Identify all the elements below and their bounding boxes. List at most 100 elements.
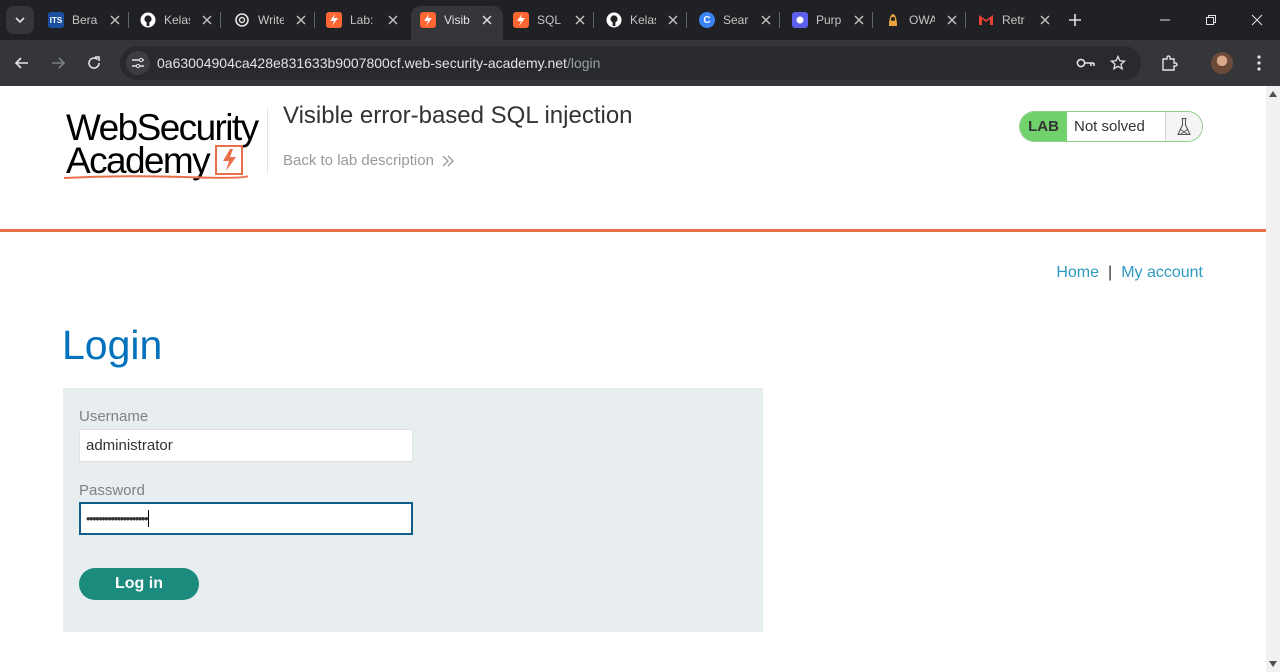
scroll-up-arrow[interactable] bbox=[1269, 91, 1277, 97]
home-link[interactable]: Home bbox=[1056, 264, 1099, 282]
key-icon bbox=[1076, 58, 1095, 68]
bookmark-button[interactable] bbox=[1106, 51, 1130, 75]
tab-berand[interactable]: ITS Berand bbox=[48, 0, 122, 40]
url-path: /login bbox=[566, 55, 601, 71]
tab-write[interactable]: Write bbox=[234, 0, 308, 40]
tab-separator bbox=[686, 12, 687, 28]
reload-button[interactable] bbox=[82, 51, 106, 75]
lab-label: LAB bbox=[1020, 112, 1067, 141]
tab-separator bbox=[965, 12, 966, 28]
close-window-button[interactable] bbox=[1234, 0, 1280, 40]
portswigger-icon bbox=[513, 12, 529, 28]
address-bar[interactable]: 0a63004904ca428e831633b9007800cf.web-sec… bbox=[120, 46, 1141, 80]
close-icon bbox=[1251, 14, 1263, 26]
restore-icon bbox=[1206, 15, 1216, 25]
tune-icon bbox=[132, 57, 144, 69]
header-divider bbox=[267, 108, 268, 174]
profile-avatar[interactable] bbox=[1211, 52, 1233, 74]
back-to-lab-description-link[interactable]: Back to lab description bbox=[283, 152, 454, 169]
github-icon bbox=[606, 12, 622, 28]
star-icon bbox=[1110, 55, 1126, 71]
new-tab-button[interactable] bbox=[1066, 11, 1084, 29]
site-info-button[interactable] bbox=[126, 51, 150, 75]
minimize-icon bbox=[1160, 19, 1170, 21]
browser-toolbar: 0a63004904ca428e831633b9007800cf.web-sec… bbox=[0, 40, 1280, 86]
header-rule bbox=[0, 229, 1266, 232]
log-in-button[interactable]: Log in bbox=[79, 568, 199, 600]
tab-title: Retr bbox=[1002, 13, 1025, 27]
close-icon[interactable] bbox=[480, 13, 494, 27]
back-button[interactable] bbox=[10, 51, 34, 75]
tab-title: Search bbox=[723, 13, 749, 27]
portswigger-icon bbox=[326, 12, 342, 28]
my-account-link[interactable]: My account bbox=[1121, 264, 1203, 282]
extensions-button[interactable] bbox=[1157, 51, 1181, 75]
chevron-down-icon bbox=[15, 17, 25, 24]
arrow-right-icon bbox=[52, 57, 66, 69]
url-host: 0a63004904ca428e831633b9007800cf.web-sec… bbox=[157, 55, 567, 71]
close-icon[interactable] bbox=[108, 13, 122, 27]
tab-search[interactable]: C Search bbox=[699, 0, 773, 40]
username-label: Username bbox=[79, 408, 149, 425]
tab-title: Kelas bbox=[164, 13, 190, 27]
tab-github-kelas[interactable]: Kelas bbox=[140, 0, 214, 40]
scroll-down-arrow[interactable] bbox=[1269, 661, 1277, 667]
page-content: WebSecurity Academy Visible error-based … bbox=[0, 86, 1266, 672]
close-icon[interactable] bbox=[852, 13, 866, 27]
tab-separator bbox=[314, 12, 315, 28]
tab-title: Berand bbox=[72, 13, 98, 27]
gmail-icon bbox=[978, 12, 994, 28]
tab-owasp[interactable]: OWASP bbox=[885, 0, 959, 40]
tab-search-button[interactable] bbox=[6, 6, 34, 34]
tab-separator bbox=[593, 12, 594, 28]
reload-icon bbox=[88, 56, 100, 69]
tab-purple[interactable]: Purple bbox=[792, 0, 866, 40]
tab-sql[interactable]: SQL bbox=[513, 0, 587, 40]
portswigger-icon bbox=[420, 12, 436, 28]
tab-lab[interactable]: Lab: bbox=[326, 0, 400, 40]
password-key-button[interactable] bbox=[1074, 51, 1098, 75]
password-value: •••••••••••••••••••• bbox=[86, 511, 149, 526]
tab-title: Lab: bbox=[350, 13, 374, 27]
nav-separator: | bbox=[1108, 264, 1113, 281]
tab-title: Kelas bbox=[630, 13, 656, 27]
lab-status-text: Not solved bbox=[1067, 112, 1166, 141]
close-icon[interactable] bbox=[294, 13, 308, 27]
flask-icon bbox=[1166, 112, 1202, 141]
text-caret bbox=[148, 510, 150, 527]
logo-underline bbox=[64, 175, 248, 179]
browser-menu-button[interactable] bbox=[1247, 51, 1271, 75]
url-text[interactable]: 0a63004904ca428e831633b9007800cf.web-sec… bbox=[157, 55, 600, 71]
restore-button[interactable] bbox=[1188, 0, 1234, 40]
close-icon[interactable] bbox=[200, 13, 214, 27]
tab-title: Purple bbox=[816, 13, 842, 27]
close-icon[interactable] bbox=[666, 13, 680, 27]
back-link-label: Back to lab description bbox=[283, 152, 434, 169]
github-icon bbox=[140, 12, 156, 28]
more-vertical-icon bbox=[1257, 55, 1261, 71]
its-icon: ITS bbox=[48, 12, 64, 28]
close-icon[interactable] bbox=[759, 13, 773, 27]
lightning-logo-icon bbox=[215, 145, 243, 175]
close-icon[interactable] bbox=[573, 13, 587, 27]
tab-visible-active[interactable]: Visible bbox=[411, 0, 503, 40]
minimize-button[interactable] bbox=[1142, 0, 1188, 40]
password-field[interactable]: •••••••••••••••••••• bbox=[79, 502, 413, 535]
web-security-academy-logo[interactable]: WebSecurity Academy bbox=[64, 108, 264, 180]
close-icon[interactable] bbox=[1038, 13, 1052, 27]
tab-title: OWASP bbox=[909, 13, 935, 27]
vertical-scrollbar[interactable] bbox=[1266, 86, 1280, 672]
close-icon[interactable] bbox=[945, 13, 959, 27]
tab-github-kelas-2[interactable]: Kelas bbox=[606, 0, 680, 40]
tab-separator bbox=[128, 12, 129, 28]
close-icon[interactable] bbox=[386, 13, 400, 27]
owasp-icon bbox=[885, 12, 901, 28]
lab-status-badge: LAB Not solved bbox=[1019, 111, 1203, 142]
tab-separator bbox=[779, 12, 780, 28]
username-field[interactable]: administrator bbox=[79, 429, 413, 462]
tab-gmail[interactable]: Retr bbox=[978, 0, 1052, 40]
top-navigation: Home | My account bbox=[1056, 264, 1203, 282]
puzzle-icon bbox=[1162, 55, 1178, 71]
forward-button[interactable] bbox=[46, 51, 70, 75]
tab-title: Write bbox=[258, 13, 284, 27]
